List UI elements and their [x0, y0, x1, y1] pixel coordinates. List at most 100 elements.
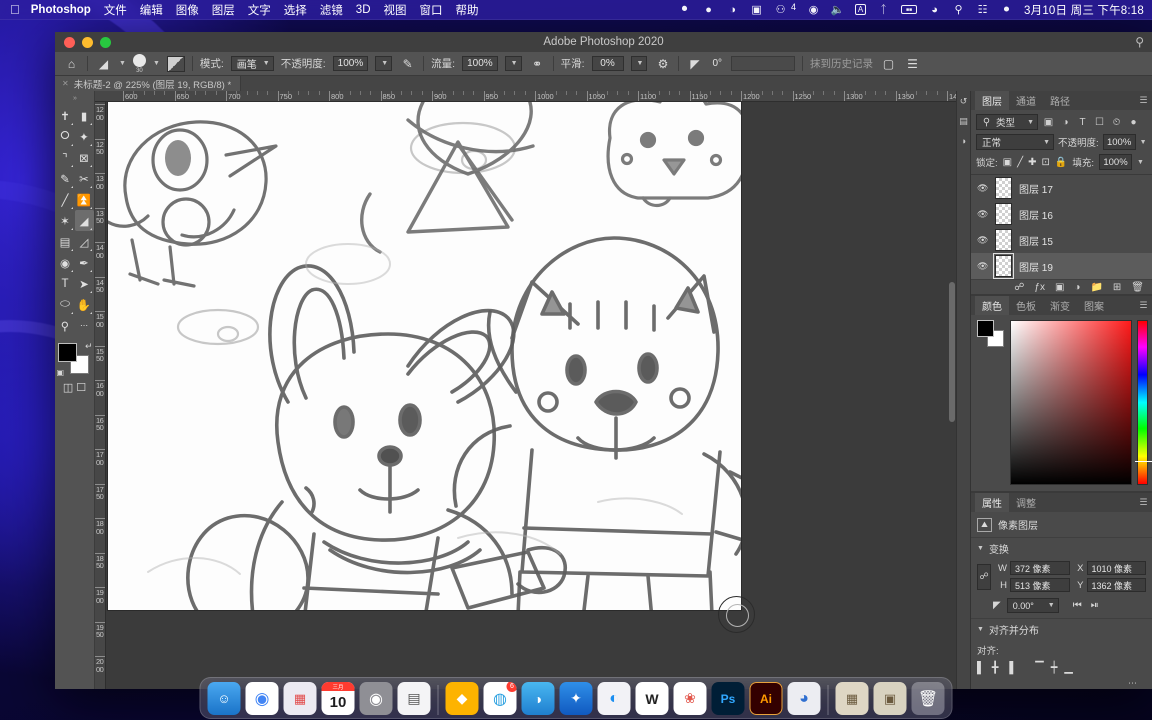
more-tools-icon[interactable]: ⋯ [75, 315, 94, 336]
magic-wand-tool[interactable]: ✦ [75, 126, 94, 147]
fill-input[interactable]: 100% [1099, 154, 1132, 170]
battery-icon[interactable]: ■■ [901, 5, 918, 14]
link-ratio-icon[interactable]: ☍ [977, 563, 991, 590]
dock-photoshop[interactable]: Ps [711, 682, 745, 715]
siri-icon[interactable]: ⚫ [1000, 3, 1013, 16]
layer-thumbnail[interactable] [995, 203, 1012, 225]
eyedropper-tool[interactable]: ✎ [56, 168, 75, 189]
lasso-tool[interactable]: ⭘ [56, 126, 75, 147]
eye-icon[interactable]: 👁 [977, 209, 988, 220]
layer-row[interactable]: 👁 图层 16 [971, 201, 1152, 227]
align-section-header[interactable]: ▼ 对齐并分布 [971, 618, 1152, 640]
eye-icon[interactable]: 👁 [977, 183, 988, 194]
dodge-tool[interactable]: ◉ [56, 252, 75, 273]
pressure-opacity-icon[interactable]: ✎ [399, 55, 416, 72]
tab-color[interactable]: 颜色 [975, 296, 1009, 315]
dock-preview-q[interactable]: ◕ [787, 682, 821, 715]
transform-section-header[interactable]: ▼ 变换 [971, 537, 1152, 559]
clone-stamp-tool[interactable]: ⏫ [75, 189, 94, 210]
filter-toggle-icon[interactable]: ● [1127, 117, 1140, 128]
zoom-button[interactable] [100, 36, 111, 48]
angle-slider[interactable] [731, 56, 796, 71]
history-brush-tool[interactable]: ✶ [56, 210, 75, 231]
layer-name[interactable]: 图层 15 [1019, 233, 1053, 248]
dock-launchpad[interactable]: ▦ [283, 682, 317, 715]
chevron-down-icon[interactable]: ▼ [153, 60, 160, 67]
panel-menu-icon[interactable]: ☰ [1139, 497, 1152, 508]
new-group-icon[interactable]: 📁 [1090, 282, 1102, 293]
dock-system-preferences[interactable]: ◉ [359, 682, 393, 715]
chat-icon[interactable]: ⚇ [774, 3, 787, 16]
angle-input[interactable]: 0.00° ▼ [1006, 598, 1059, 613]
flow-input[interactable]: 100% [462, 56, 498, 71]
dock-finder[interactable]: ☺ [207, 682, 241, 715]
eraser-tool[interactable]: ◢ [74, 210, 94, 231]
eraser-icon[interactable]: ◢ [95, 55, 112, 72]
blur-tool[interactable]: ◿ [75, 231, 94, 252]
home-icon[interactable]: ⌂ [63, 55, 80, 72]
menu-item-window[interactable]: 窗口 [420, 2, 443, 18]
layer-name[interactable]: 图层 16 [1019, 207, 1053, 222]
tab-properties[interactable]: 属性 [975, 493, 1009, 512]
dock-safari[interactable]: ◐ [597, 682, 631, 715]
gradient-tool[interactable]: ▤ [56, 231, 75, 252]
mode-dropdown[interactable]: 画笔 ▼ [230, 56, 274, 71]
record-icon[interactable]: ⏺ [678, 3, 691, 16]
dock-chrome[interactable]: ◉ [245, 682, 279, 715]
layer-filter-kind[interactable]: ⚲ 类型 ▼ [976, 114, 1038, 130]
menu-item-edit[interactable]: 编辑 [140, 2, 163, 18]
dock-illustrator[interactable]: Ai [749, 682, 783, 715]
tool-preset-icon[interactable] [166, 55, 185, 72]
menu-clock[interactable]: 3月10日 周三 下午8:18 [1024, 2, 1144, 18]
vertical-ruler[interactable]: 1200 1250 1300 1350 1400 1450 1500 1550 1600 1650… [95, 102, 106, 689]
pen-tool[interactable]: ✒ [75, 252, 94, 273]
close-button[interactable] [64, 36, 75, 48]
more-options-icon[interactable]: ⋯ [971, 678, 1152, 689]
menu-app-name[interactable]: Photoshop [31, 4, 91, 16]
adjustment-layer-icon[interactable]: ◑ [1074, 282, 1080, 293]
smoothing-dropdown[interactable]: ▼ [630, 56, 648, 71]
align-center-vertical-icon[interactable]: ┿ [1051, 661, 1058, 674]
layer-style-icon[interactable]: ƒx [1034, 282, 1045, 293]
menu-item-file[interactable]: 文件 [104, 2, 127, 18]
frame-tool[interactable]: ⊠ [75, 147, 94, 168]
panel-menu-icon[interactable]: ☰ [1139, 95, 1152, 106]
dock-wps[interactable]: W [635, 682, 669, 715]
menu-item-filter[interactable]: 滤镜 [320, 2, 343, 18]
canvas-viewport[interactable] [106, 102, 956, 689]
blend-mode-dropdown[interactable]: 正常 ▼ [976, 134, 1054, 150]
gear-icon[interactable]: ⚙ [654, 55, 671, 72]
menu-item-layer[interactable]: 图层 [212, 2, 235, 18]
input-source-icon[interactable]: A [855, 4, 867, 15]
shape-filter-icon[interactable]: ☐ [1093, 117, 1106, 128]
dock-downloads-folder[interactable]: ▣ [873, 682, 907, 715]
layer-row[interactable]: 👁 图层 15 [971, 227, 1152, 253]
opacity-dropdown[interactable]: ▼ [375, 56, 393, 71]
layer-name[interactable]: 图层 19 [1019, 259, 1053, 274]
layer-thumbnail[interactable] [995, 177, 1012, 199]
delete-layer-icon[interactable]: 🗑 [1131, 282, 1144, 293]
link-layers-icon[interactable]: ☍ [1014, 282, 1024, 293]
speed-icon[interactable]: ◑ [726, 3, 739, 16]
type-filter-icon[interactable]: T [1076, 117, 1089, 128]
align-left-icon[interactable]: ▌ [977, 662, 985, 674]
search-icon[interactable]: ⚲ [1135, 35, 1144, 49]
layer-opacity-input[interactable]: 100% [1102, 134, 1136, 150]
chevron-down-icon[interactable]: ▼ [119, 60, 126, 67]
menu-item-view[interactable]: 视图 [384, 2, 407, 18]
lock-all-icon[interactable]: 🔒 [1055, 157, 1067, 168]
collapse-grip-icon[interactable]: » [73, 95, 77, 102]
dock-sketch[interactable]: ◆ [445, 682, 479, 715]
lock-image-icon[interactable]: ╱ [1017, 157, 1023, 168]
hue-slider[interactable] [1135, 320, 1152, 485]
eye-icon[interactable]: 👁 [977, 261, 988, 272]
type-tool[interactable]: T [56, 273, 75, 294]
layer-thumbnail[interactable] [993, 253, 1014, 279]
angle-value[interactable]: 0° [710, 56, 724, 71]
dock-screenshots-folder[interactable]: ▦ [835, 682, 869, 715]
adjustments-icon[interactable]: ◑ [961, 136, 966, 146]
layer-mask-icon[interactable]: ▣ [1055, 282, 1064, 293]
artboard[interactable] [108, 102, 755, 633]
pixel-filter-icon[interactable]: ▣ [1042, 117, 1055, 128]
flip-horizontal-icon[interactable]: ⏮ [1073, 600, 1082, 611]
